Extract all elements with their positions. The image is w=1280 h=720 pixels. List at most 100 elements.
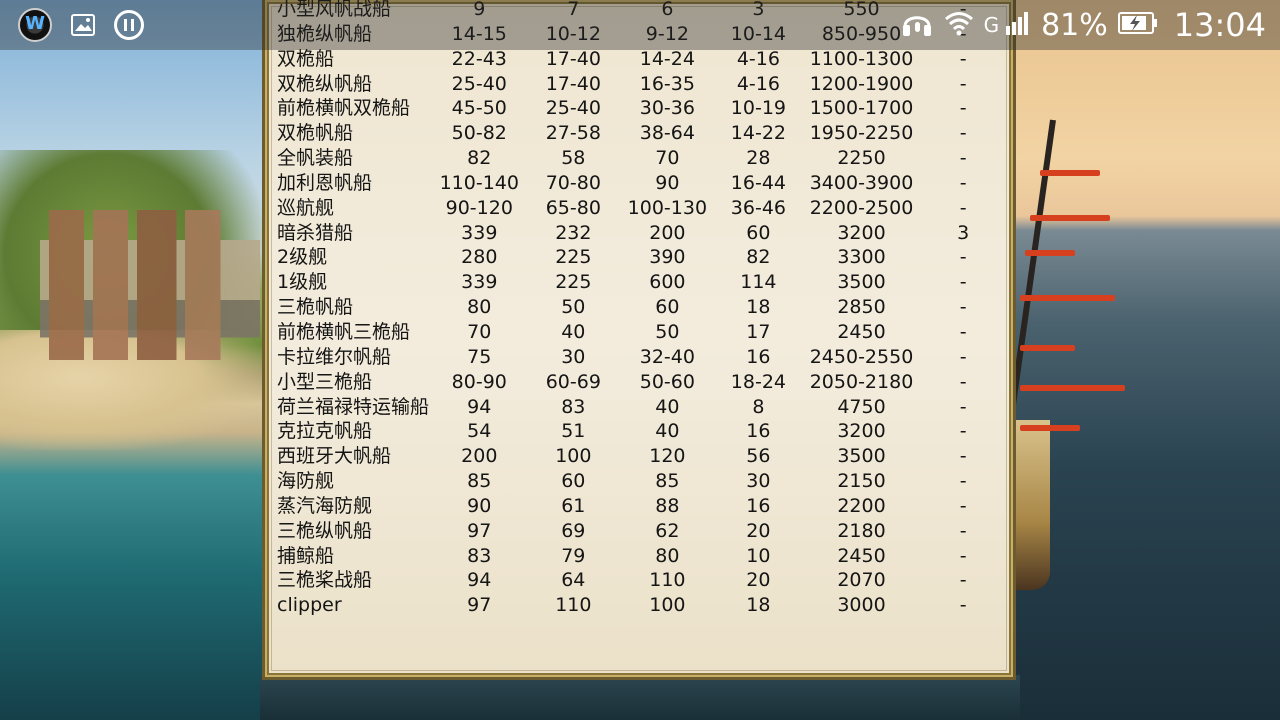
stat-cell: - — [959, 519, 967, 542]
stat-cell: - — [959, 246, 967, 269]
ship-sail — [1030, 215, 1110, 221]
stat-cell: 110-140 — [439, 171, 519, 194]
stat-cell: 4-16 — [736, 47, 780, 70]
stat-cell: - — [959, 196, 967, 219]
ship-stats-table: 小型风帆战船 9 7 6 3 550- 独桅纵帆船 14-15 10-12 9-12 10-14 85… — [277, 0, 1013, 618]
stat-cell: 82 — [467, 147, 492, 170]
ship-sail — [1040, 170, 1100, 176]
ship-name-cell: 三桅纵帆船 — [277, 519, 373, 542]
status-bar: G 81% 13:04 — [0, 0, 1280, 50]
table-row: 卡拉维尔帆船 75 30 32-40 16 2450-2550 - — [277, 345, 1013, 370]
ship-name-cell: 双桅纵帆船 — [277, 72, 373, 95]
stat-cell: 56 — [746, 445, 771, 468]
stat-cell: 390 — [649, 246, 686, 269]
ship-sail — [1020, 345, 1075, 351]
stat-cell: 61 — [561, 494, 586, 517]
stat-cell: 28 — [746, 147, 771, 170]
coastal-town — [40, 210, 260, 360]
gallery-icon[interactable] — [66, 8, 100, 42]
stat-cell: 3200 — [837, 221, 886, 244]
stat-cell: - — [959, 296, 967, 319]
ship-sail — [1020, 295, 1115, 301]
stat-cell: 8 — [752, 395, 765, 418]
stat-cell: 1200-1900 — [809, 72, 914, 95]
pause-icon[interactable] — [114, 10, 144, 40]
clock: 13:04 — [1173, 6, 1266, 44]
stat-cell: 25-40 — [545, 97, 601, 120]
stat-cell: 100-130 — [627, 196, 708, 219]
table-row: 巡航舰 90-120 65-80 100-130 36-46 2200-2500 - — [277, 196, 1013, 221]
ship-name-cell: 西班牙大帆船 — [277, 445, 392, 468]
stat-cell: 10-19 — [730, 97, 786, 120]
ship-name-cell: 全帆装船 — [277, 147, 354, 170]
stat-cell: 70-80 — [545, 171, 601, 194]
stat-cell: - — [959, 147, 967, 170]
stat-cell: - — [959, 544, 967, 567]
ship-name-cell: 卡拉维尔帆船 — [277, 345, 392, 368]
stat-cell: 27-58 — [545, 122, 601, 145]
stat-cell: 18 — [746, 296, 771, 319]
stat-cell: 22-43 — [451, 47, 507, 70]
stat-cell: 90 — [655, 171, 680, 194]
stat-cell: 20 — [746, 569, 771, 592]
stat-cell: 16 — [746, 494, 771, 517]
ship-name-cell: 捕鲸船 — [277, 544, 335, 567]
stat-cell: 1100-1300 — [809, 47, 914, 70]
stat-cell: 60 — [561, 470, 586, 493]
battery-icon — [1117, 12, 1158, 38]
ship-sail — [1025, 250, 1075, 256]
headset-icon — [900, 6, 934, 44]
stat-cell: 45-50 — [451, 97, 507, 120]
table-row: clipper 97 110 100 18 3000 - — [277, 593, 1013, 618]
table-row: 小型三桅船 80-90 60-69 50-60 18-24 2050-2180 - — [277, 370, 1013, 395]
stat-cell: - — [959, 445, 967, 468]
stat-cell: 100 — [649, 594, 686, 617]
table-row: 三桅帆船 80 50 60 18 2850 - — [277, 295, 1013, 320]
stat-cell: 17-40 — [545, 47, 601, 70]
stat-cell: 3 — [957, 221, 970, 244]
stat-cell: 3500 — [837, 271, 886, 294]
table-row: 捕鲸船 83 79 80 10 2450 - — [277, 544, 1013, 569]
table-row: 1级舰 339 225 600 114 3500 - — [277, 270, 1013, 295]
ship-name-cell: 三桅帆船 — [277, 296, 354, 319]
stat-cell: 3000 — [837, 594, 886, 617]
stat-cell: 69 — [561, 519, 586, 542]
stat-cell: 2850 — [837, 296, 886, 319]
ship-hull — [1010, 420, 1050, 590]
stat-cell: 85 — [655, 470, 680, 493]
stat-cell: 25-40 — [451, 72, 507, 95]
stat-cell: 36-46 — [730, 196, 786, 219]
stat-cell: 100 — [555, 445, 592, 468]
ship-name-cell: 双桅帆船 — [277, 122, 354, 145]
stat-cell: 51 — [561, 420, 586, 443]
stat-cell: 339 — [461, 221, 498, 244]
table-row: 西班牙大帆船 200 100 120 56 3500 - — [277, 444, 1013, 469]
stat-cell: 200 — [649, 221, 686, 244]
stat-cell: 94 — [467, 569, 492, 592]
stat-cell: 80 — [467, 296, 492, 319]
stat-cell: 40 — [561, 320, 586, 343]
app-icon[interactable] — [18, 8, 52, 42]
table-row: 双桅帆船 50-82 27-58 38-64 14-22 1950-2250 - — [277, 121, 1013, 146]
stat-cell: 60 — [655, 296, 680, 319]
stat-cell: 30-36 — [639, 97, 695, 120]
stat-cell: 120 — [649, 445, 686, 468]
stat-cell: 225 — [555, 271, 592, 294]
ship-name-cell: 1级舰 — [277, 271, 328, 294]
table-row: 海防舰 85 60 85 30 2150 - — [277, 469, 1013, 494]
table-row: 蒸汽海防舰 90 61 88 16 2200 - — [277, 494, 1013, 519]
stat-cell: 18 — [746, 594, 771, 617]
ship-name-cell: 前桅横帆三桅船 — [277, 320, 411, 343]
stat-cell: - — [959, 494, 967, 517]
stat-cell: 114 — [740, 271, 777, 294]
stat-cell: 2070 — [837, 569, 886, 592]
stat-cell: 83 — [561, 395, 586, 418]
stat-cell: 60-69 — [545, 370, 601, 393]
stat-cell: 79 — [561, 544, 586, 567]
stat-cell: 32-40 — [639, 345, 695, 368]
sea — [260, 675, 1020, 720]
stat-cell: 339 — [461, 271, 498, 294]
ship-name-cell: 巡航舰 — [277, 196, 335, 219]
stat-cell: - — [959, 420, 967, 443]
wifi-icon — [944, 10, 974, 40]
